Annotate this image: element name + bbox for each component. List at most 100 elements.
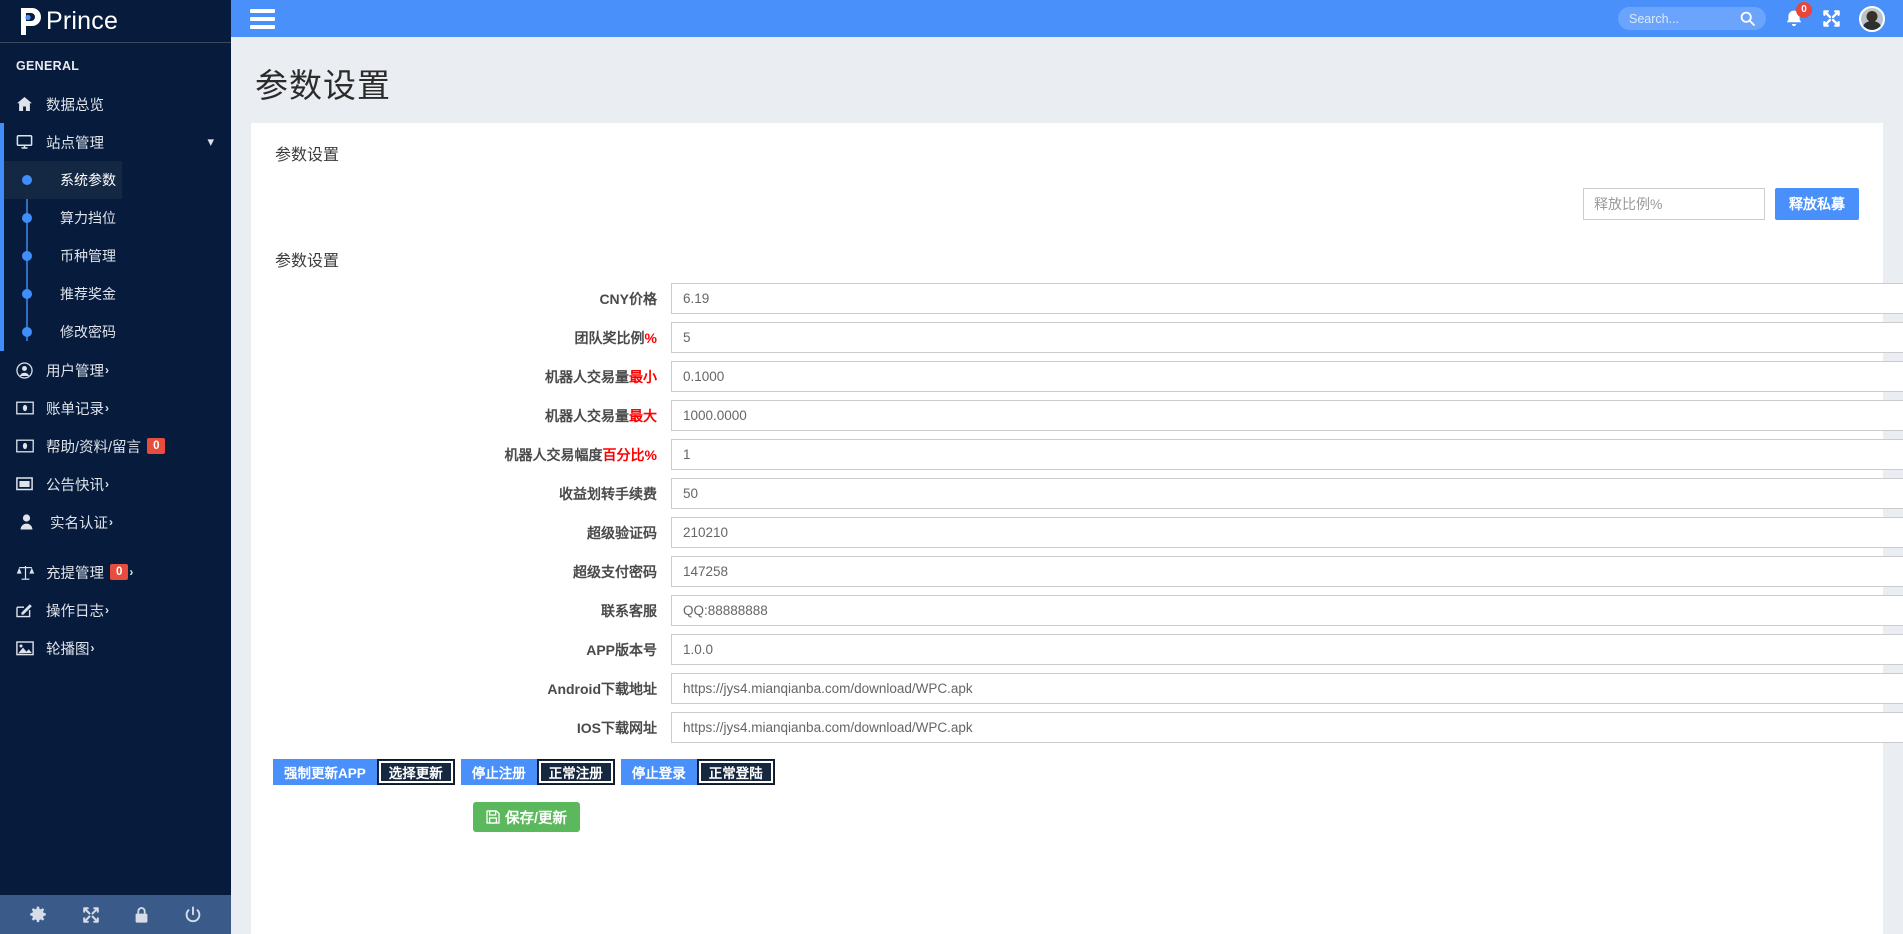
window-icon: [16, 477, 38, 491]
sidebar-item-help-messages[interactable]: 帮助/资料/留言 0: [0, 427, 231, 465]
sidebar-subitem-label: 币种管理: [60, 248, 116, 264]
sidebar-item-operation-log[interactable]: 操作日志 ›: [0, 591, 231, 629]
label-text: 机器人交易量: [545, 368, 629, 385]
form-field-input[interactable]: [671, 322, 1903, 353]
home-icon: [16, 96, 38, 112]
form-field-input[interactable]: [671, 556, 1903, 587]
bullet-dot-icon: [22, 213, 32, 223]
fullscreen-icon[interactable]: [1822, 9, 1841, 28]
sidebar-subitem-label: 推荐奖金: [60, 286, 116, 302]
form-row: APP版本号: [251, 634, 1903, 665]
save-row: 保存/更新: [251, 802, 1883, 832]
label-text: 超级验证码: [587, 524, 657, 541]
sidebar-subitem-power-tiers[interactable]: 算力挡位: [4, 199, 231, 237]
lock-icon[interactable]: [134, 906, 149, 924]
label-text: CNY价格: [599, 290, 657, 307]
form-row: 超级验证码: [251, 517, 1903, 548]
form-field-label: 机器人交易量最大: [251, 406, 671, 426]
chevron-right-icon: ›: [129, 565, 134, 579]
form-field-label: 超级支付密码: [251, 562, 671, 582]
gear-icon[interactable]: [29, 906, 47, 924]
chevron-right-icon: ›: [105, 603, 109, 617]
form-row: 团队奖比例%: [251, 322, 1903, 353]
search-input[interactable]: [1629, 11, 1739, 26]
sidebar-item-badge: 0: [147, 437, 166, 455]
sidebar-item-label: 数据总览: [46, 97, 104, 114]
form-field-input[interactable]: [671, 439, 1903, 470]
release-private-placement-row: 释放私募: [251, 188, 1883, 220]
sidebar-footer-toolbar: [0, 895, 231, 934]
brand-name: Prince: [46, 6, 119, 35]
sidebar-item-user-management[interactable]: 用户管理 ›: [0, 351, 231, 389]
form-row: IOS下载网址: [251, 712, 1903, 743]
power-icon[interactable]: [184, 905, 202, 924]
toggle-button-group: 停止登录 正常登陆: [620, 759, 775, 785]
sidebar-subitem-referral-bonus[interactable]: 推荐奖金: [4, 275, 231, 313]
sidebar-section-title: GENERAL: [16, 59, 80, 73]
label-highlight-text: 最小: [629, 368, 657, 385]
top-navigation-bar: 0: [231, 0, 1903, 37]
form-row: CNY价格: [251, 283, 1903, 314]
form-row: 联系客服: [251, 595, 1903, 626]
sidebar-item-dashboard[interactable]: 数据总览: [0, 85, 231, 123]
notifications-bell-icon[interactable]: 0: [1784, 1, 1812, 29]
sidebar-item-site-management[interactable]: 站点管理 ▾: [0, 123, 231, 161]
toggle-option-button[interactable]: 正常登陆: [696, 759, 775, 785]
form-field-input[interactable]: [671, 595, 1903, 626]
bullet-dot-icon: [22, 289, 32, 299]
sidebar-subitem-change-password[interactable]: 修改密码: [4, 313, 231, 351]
topbar-actions: 0: [1618, 1, 1903, 32]
sidebar-subitem-currency-management[interactable]: 币种管理: [4, 237, 231, 275]
toggle-option-button[interactable]: 停止登录: [620, 759, 697, 785]
pencil-square-icon: [16, 602, 38, 618]
sidebar-item-billing-records[interactable]: 账单记录 ›: [0, 389, 231, 427]
sidebar: Prince GENERAL 数据总览 站点管理 ▾ 系统参数 算力挡位 币种管…: [0, 0, 231, 934]
sidebar-item-label: 用户管理: [46, 363, 104, 380]
expand-icon[interactable]: [82, 906, 100, 924]
brand-logo[interactable]: Prince: [0, 0, 231, 43]
toggle-option-button[interactable]: 正常注册: [536, 759, 615, 785]
monitor-icon: [16, 134, 38, 150]
form-field-input[interactable]: [671, 673, 1903, 704]
label-text: 收益划转手续费: [559, 485, 657, 502]
chevron-right-icon: ›: [90, 641, 95, 655]
sidebar-item-label: 公告快讯: [46, 477, 104, 494]
release-private-placement-button[interactable]: 释放私募: [1775, 188, 1859, 220]
label-text: Android下载地址: [547, 680, 657, 697]
form-field-input[interactable]: [671, 712, 1903, 743]
label-highlight-text: 最大: [629, 407, 657, 424]
form-field-input[interactable]: [671, 361, 1903, 392]
sidebar-subitem-system-params[interactable]: 系统参数: [4, 161, 122, 199]
search-box[interactable]: [1618, 7, 1766, 30]
form-field-input[interactable]: [671, 283, 1903, 314]
toggle-option-button[interactable]: 强制更新APP: [273, 759, 377, 785]
user-avatar[interactable]: [1859, 5, 1885, 32]
label-text: 超级支付密码: [573, 563, 657, 580]
form-field-input[interactable]: [671, 400, 1903, 431]
label-text: 机器人交易量: [545, 407, 629, 424]
user-circle-icon: [16, 361, 38, 379]
hamburger-bar: [250, 16, 275, 21]
sidebar-item-realname-verification[interactable]: 实名认证 ›: [0, 503, 231, 541]
sidebar-subitem-label: 系统参数: [60, 172, 116, 188]
toggle-button-groups: 强制更新APP 选择更新 停止注册 正常注册 停止登录 正常登陆: [251, 759, 1883, 785]
release-ratio-input[interactable]: [1583, 188, 1765, 220]
label-text: 团队奖比例: [574, 329, 645, 346]
sidebar-item-label: 帮助/资料/留言: [46, 439, 142, 456]
toggle-option-button[interactable]: 选择更新: [376, 759, 455, 785]
form-field-label: Android下载地址: [251, 679, 671, 699]
form-field-input[interactable]: [671, 478, 1903, 509]
sidebar-item-deposit-withdraw[interactable]: 充提管理 0 ›: [0, 553, 231, 591]
chevron-right-icon: ›: [105, 477, 109, 491]
form-field-input[interactable]: [671, 517, 1903, 548]
hamburger-menu-icon[interactable]: [250, 8, 275, 29]
toggle-option-button[interactable]: 停止注册: [460, 759, 537, 785]
form-field-input[interactable]: [671, 634, 1903, 665]
search-icon[interactable]: [1740, 11, 1755, 26]
scales-icon: [16, 564, 38, 581]
save-update-button[interactable]: 保存/更新: [473, 802, 581, 832]
sidebar-submenu-site-management: 系统参数 算力挡位 币种管理 推荐奖金 修改密码: [0, 161, 231, 351]
sidebar-subitem-label: 修改密码: [60, 324, 116, 340]
sidebar-item-announcements[interactable]: 公告快讯 ›: [0, 465, 231, 503]
sidebar-item-carousel[interactable]: 轮播图 ›: [0, 629, 231, 667]
